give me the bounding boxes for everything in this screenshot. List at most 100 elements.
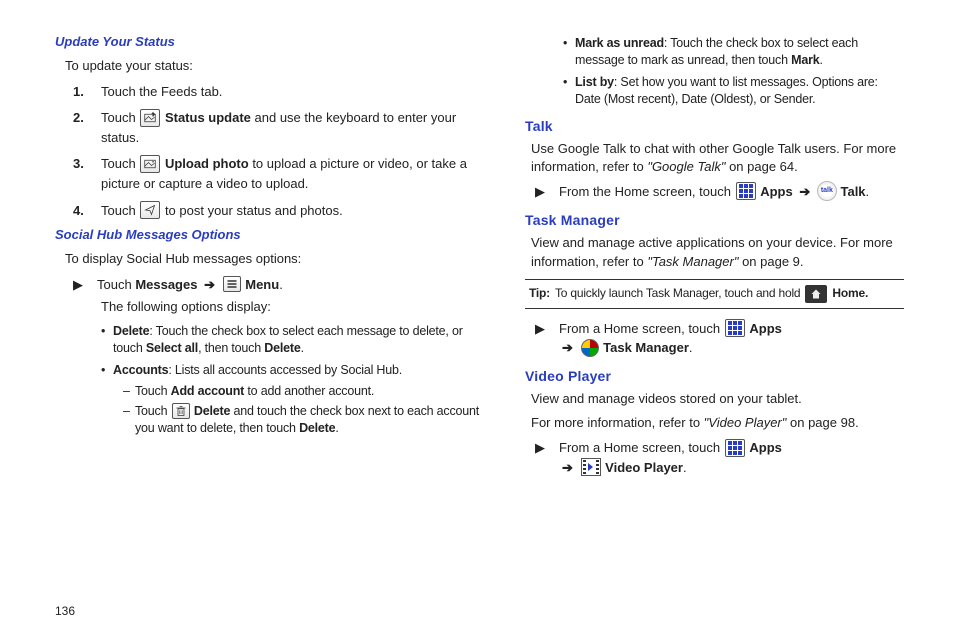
- action-text: Touch Messages ➔ Menu.: [97, 275, 485, 295]
- talk-action: ▶ From the Home screen, touch Apps ➔ tal…: [535, 182, 904, 203]
- text: Touch: [97, 277, 135, 292]
- text: For more information, refer to: [531, 415, 704, 430]
- bold-text: Delete: [194, 404, 230, 418]
- text: .: [301, 341, 304, 355]
- bold-text: Apps: [749, 440, 782, 455]
- apps-icon: [725, 319, 745, 337]
- post-icon: [140, 201, 160, 219]
- text: , then touch: [198, 341, 264, 355]
- text: to add another account.: [244, 384, 374, 398]
- step-text: Touch to post your status and photos.: [101, 201, 485, 221]
- bold-text: Accounts: [113, 363, 168, 377]
- step-text: Touch Status update and use the keyboard…: [101, 108, 485, 148]
- bold-text: Video Player: [605, 460, 683, 475]
- heading-social-hub: Social Hub Messages Options: [55, 227, 485, 242]
- arrow-bullet-icon: ▶: [73, 275, 97, 295]
- step-number: 1.: [73, 82, 101, 102]
- bold-text: Delete: [113, 324, 149, 338]
- text: Touch: [135, 404, 171, 418]
- continued-bullets: Mark as unread: Touch the check box to s…: [563, 35, 904, 108]
- heading-update-status: Update Your Status: [55, 34, 485, 49]
- step-text: Touch the Feeds tab.: [101, 82, 485, 102]
- bold-text: Upload photo: [165, 156, 249, 171]
- heading-video-player: Video Player: [525, 368, 904, 384]
- status-update-icon: [140, 109, 160, 127]
- trash-icon: [172, 403, 190, 419]
- nav-arrow-icon: ➔: [799, 184, 810, 199]
- text: on page 9.: [738, 254, 803, 269]
- text: Touch: [101, 110, 139, 125]
- dash-item: Touch Add account to add another account…: [123, 383, 485, 400]
- text: .: [335, 421, 338, 435]
- bold-text: Menu: [245, 277, 279, 292]
- apps-icon: [736, 182, 756, 200]
- heading-talk: Talk: [525, 118, 904, 134]
- text: .: [820, 53, 823, 67]
- arrow-bullet-icon: ▶: [535, 438, 559, 477]
- dash-item: Touch Delete and touch the check box nex…: [123, 403, 485, 437]
- action-text: From a Home screen, touch Apps ➔ Task Ma…: [559, 319, 904, 358]
- text: Touch: [101, 156, 139, 171]
- bold-text: Talk: [840, 184, 865, 199]
- video-player-action: ▶ From a Home screen, touch Apps ➔ Video…: [535, 438, 904, 477]
- text: on page 64.: [725, 159, 797, 174]
- task-manager-body: View and manage active applications on y…: [531, 234, 904, 270]
- bold-text: Delete: [299, 421, 335, 435]
- text: to post your status and photos.: [165, 203, 343, 218]
- video-player-body2: For more information, refer to "Video Pl…: [531, 414, 904, 432]
- text: on page 98.: [786, 415, 858, 430]
- tip-text: To quickly launch Task Manager, touch an…: [555, 285, 800, 302]
- step-number: 3.: [73, 154, 101, 194]
- italic-ref: "Google Talk": [647, 159, 725, 174]
- text: From a Home screen, touch: [559, 321, 724, 336]
- heading-task-manager: Task Manager: [525, 212, 904, 228]
- bold-text: Apps: [749, 321, 782, 336]
- upload-photo-icon: [140, 155, 160, 173]
- bullet-item: Accounts: Lists all accounts accessed by…: [101, 362, 485, 438]
- bold-text: Select all: [146, 341, 198, 355]
- arrow-bullet-icon: ▶: [535, 182, 559, 203]
- update-status-steps: 1. Touch the Feeds tab. 2. Touch Status …: [73, 82, 485, 221]
- social-hub-bullets: Delete: Touch the check box to select ea…: [101, 323, 485, 437]
- bold-text: Add account: [171, 384, 245, 398]
- step-number: 4.: [73, 201, 101, 221]
- social-hub-dashes: Touch Add account to add another account…: [123, 383, 485, 438]
- text: From the Home screen, touch: [559, 184, 735, 199]
- menu-icon: [223, 276, 241, 292]
- action-text: From the Home screen, touch Apps ➔ talk …: [559, 182, 904, 203]
- text: Touch: [135, 384, 171, 398]
- intro-update-status: To update your status:: [65, 57, 485, 76]
- bold-text: Status update: [165, 110, 251, 125]
- bold-text: Mark: [791, 53, 819, 67]
- apps-icon: [725, 439, 745, 457]
- action-text: From a Home screen, touch Apps ➔ Video P…: [559, 438, 904, 477]
- social-hub-action: ▶ Touch Messages ➔ Menu.: [73, 275, 485, 295]
- bold-text: Apps: [760, 184, 793, 199]
- home-label: Home.: [832, 285, 868, 302]
- bold-text: Task Manager: [603, 340, 689, 355]
- text: : Set how you want to list messages. Opt…: [575, 75, 878, 106]
- nav-arrow-icon: ➔: [562, 340, 573, 355]
- video-player-body1: View and manage videos stored on your ta…: [531, 390, 904, 408]
- bold-text: Messages: [135, 277, 197, 292]
- task-manager-icon: [581, 339, 599, 357]
- bullet-item: Delete: Touch the check box to select ea…: [101, 323, 485, 357]
- step-text: Touch Upload photo to upload a picture o…: [101, 154, 485, 194]
- text: Touch: [101, 203, 139, 218]
- step-number: 2.: [73, 108, 101, 148]
- nav-arrow-icon: ➔: [562, 460, 573, 475]
- arrow-bullet-icon: ▶: [535, 319, 559, 358]
- tip-box: Tip: To quickly launch Task Manager, tou…: [525, 279, 904, 309]
- italic-ref: "Video Player": [704, 415, 787, 430]
- home-icon: [805, 285, 827, 303]
- bold-text: Delete: [264, 341, 300, 355]
- following-options-text: The following options display:: [101, 298, 485, 317]
- task-manager-action: ▶ From a Home screen, touch Apps ➔ Task …: [535, 319, 904, 358]
- bullet-item: List by: Set how you want to list messag…: [563, 74, 904, 108]
- page-number: 136: [55, 604, 75, 618]
- italic-ref: "Task Manager": [647, 254, 738, 269]
- nav-arrow-icon: ➔: [204, 277, 215, 292]
- bold-text: List by: [575, 75, 614, 89]
- text: From a Home screen, touch: [559, 440, 724, 455]
- intro-social-hub: To display Social Hub messages options:: [65, 250, 485, 269]
